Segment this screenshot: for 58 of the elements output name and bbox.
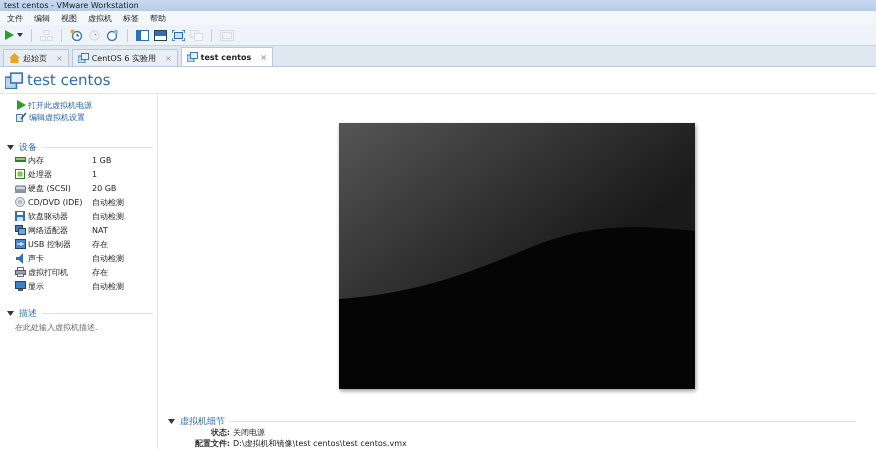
fullscreen-icon[interactable] <box>172 30 185 40</box>
device-row[interactable]: 显示 自动检测 <box>0 279 157 293</box>
tab-label: 起始页 <box>23 52 47 64</box>
floppy-icon <box>15 211 26 221</box>
printer-icon <box>15 267 26 277</box>
device-row[interactable]: 硬盘 (SCSI) 20 GB <box>0 181 157 195</box>
usb-icon <box>15 239 26 249</box>
chip-icon <box>15 169 26 179</box>
device-row[interactable]: 网络适配器 NAT <box>0 223 157 237</box>
tab-label: CentOS 6 实验用 <box>92 52 156 64</box>
clock-icon[interactable] <box>70 29 83 41</box>
device-row[interactable]: 内存 1 GB <box>0 153 157 167</box>
sidebar-icon[interactable] <box>136 30 149 40</box>
section-title: 设备 <box>19 142 37 154</box>
vm-icon <box>5 72 23 88</box>
menu-item[interactable]: 虚拟机 <box>88 12 112 24</box>
detail-label: 配置文件: <box>194 438 231 449</box>
menu-item[interactable]: 编辑 <box>34 12 50 24</box>
tab-label: test centos <box>200 52 252 62</box>
menu-item[interactable]: 帮助 <box>150 12 166 24</box>
tab[interactable]: 起始页 × <box>3 49 69 66</box>
detail-value: 关闭电源 <box>233 427 265 438</box>
vm-icon <box>78 53 89 63</box>
window-title: test centos - VMware Workstation <box>4 0 139 10</box>
edit-icon <box>16 112 27 122</box>
device-row[interactable]: CD/DVD (IDE) 自动检测 <box>0 195 157 209</box>
device-row[interactable]: 虚拟打印机 存在 <box>0 265 157 279</box>
triangle-icon[interactable] <box>7 310 14 316</box>
menu-item[interactable]: 视图 <box>61 12 77 24</box>
triangle-icon[interactable] <box>168 419 175 424</box>
detail-label: 状态: <box>210 427 231 438</box>
dropdown-button[interactable] <box>17 33 23 37</box>
clock-icon[interactable] <box>106 29 119 41</box>
tab[interactable]: CentOS 6 实验用 × <box>72 49 178 66</box>
vm-icon <box>186 52 198 62</box>
menu-item[interactable]: 文件 <box>7 12 23 24</box>
panel-icon[interactable] <box>154 30 167 40</box>
action-link[interactable]: 编辑虚拟机设置 <box>29 112 85 122</box>
monitor-icon <box>15 281 26 291</box>
speaker-icon <box>15 252 26 264</box>
device-row[interactable]: 声卡 自动检测 <box>0 251 157 265</box>
play-icon <box>16 100 26 110</box>
vm-title: test centos <box>27 71 110 89</box>
device-row[interactable]: USB 控制器 存在 <box>0 237 157 251</box>
action-link[interactable]: 打开此虚拟机电源 <box>28 100 92 110</box>
tab[interactable]: test centos × <box>180 47 273 66</box>
house-icon <box>9 53 20 63</box>
memory-icon <box>15 156 26 164</box>
section-title: 描述 <box>19 308 37 320</box>
triangle-icon[interactable] <box>7 144 14 150</box>
description-placeholder[interactable]: 在此处输入虚拟机描述. <box>0 322 157 333</box>
menu-item[interactable]: 标签 <box>123 12 139 24</box>
section-title: 虚拟机细节 <box>180 416 225 428</box>
detail-value: D:\虚拟机和镜像\test centos\test centos.vmx <box>233 438 407 449</box>
disc-icon <box>15 197 26 207</box>
network-icon <box>15 225 26 235</box>
device-row[interactable]: 软盘驱动器 自动检测 <box>0 209 157 223</box>
device-row[interactable]: 处理器 1 <box>0 167 157 181</box>
